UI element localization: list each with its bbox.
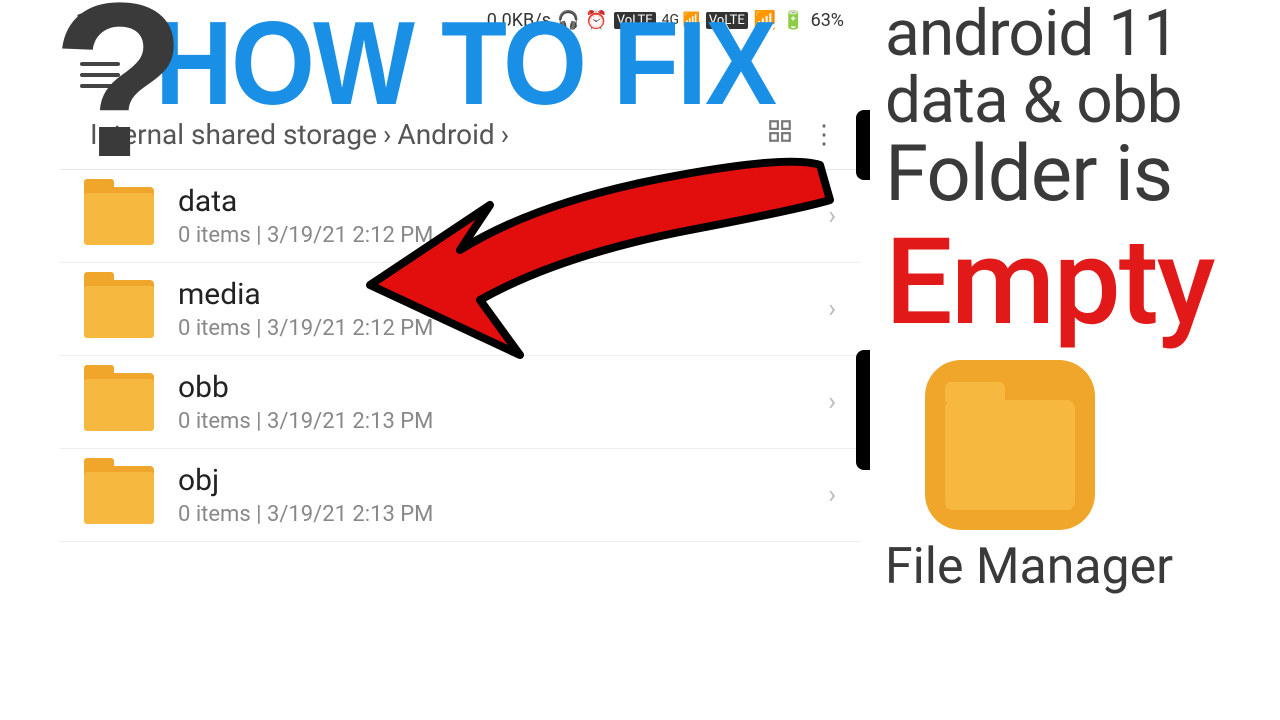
folder-icon: [84, 280, 154, 338]
battery-pct: 63%: [811, 10, 844, 31]
question-mark-graphic: ?: [52, 0, 186, 190]
folder-name: obj: [178, 463, 804, 498]
phone-side-button: [856, 350, 870, 470]
file-manager-app-icon: [925, 360, 1095, 530]
folder-meta: 0 items | 3/19/21 2:13 PM: [178, 502, 804, 527]
chevron-right-icon: ›: [828, 480, 836, 510]
right-text-1: android 11: [885, 0, 1275, 67]
folder-icon: [84, 466, 154, 524]
battery-icon: 🔋: [782, 10, 804, 31]
right-text-empty: Empty: [885, 220, 1275, 346]
folder-meta: 0 items | 3/19/21 2:13 PM: [178, 409, 804, 434]
headline-text: HOW TO FIX: [155, 0, 775, 131]
folder-icon: [84, 373, 154, 431]
phone-side-button: [856, 110, 870, 180]
list-item[interactable]: obj 0 items | 3/19/21 2:13 PM ›: [60, 449, 860, 542]
right-text-2: data & obb: [885, 67, 1275, 134]
right-panel: android 11 data & obb Folder is Empty Fi…: [875, 0, 1275, 720]
red-arrow-graphic: [360, 145, 840, 395]
right-app-label: File Manager: [885, 538, 1275, 596]
right-text-3: Folder is: [885, 134, 1275, 216]
